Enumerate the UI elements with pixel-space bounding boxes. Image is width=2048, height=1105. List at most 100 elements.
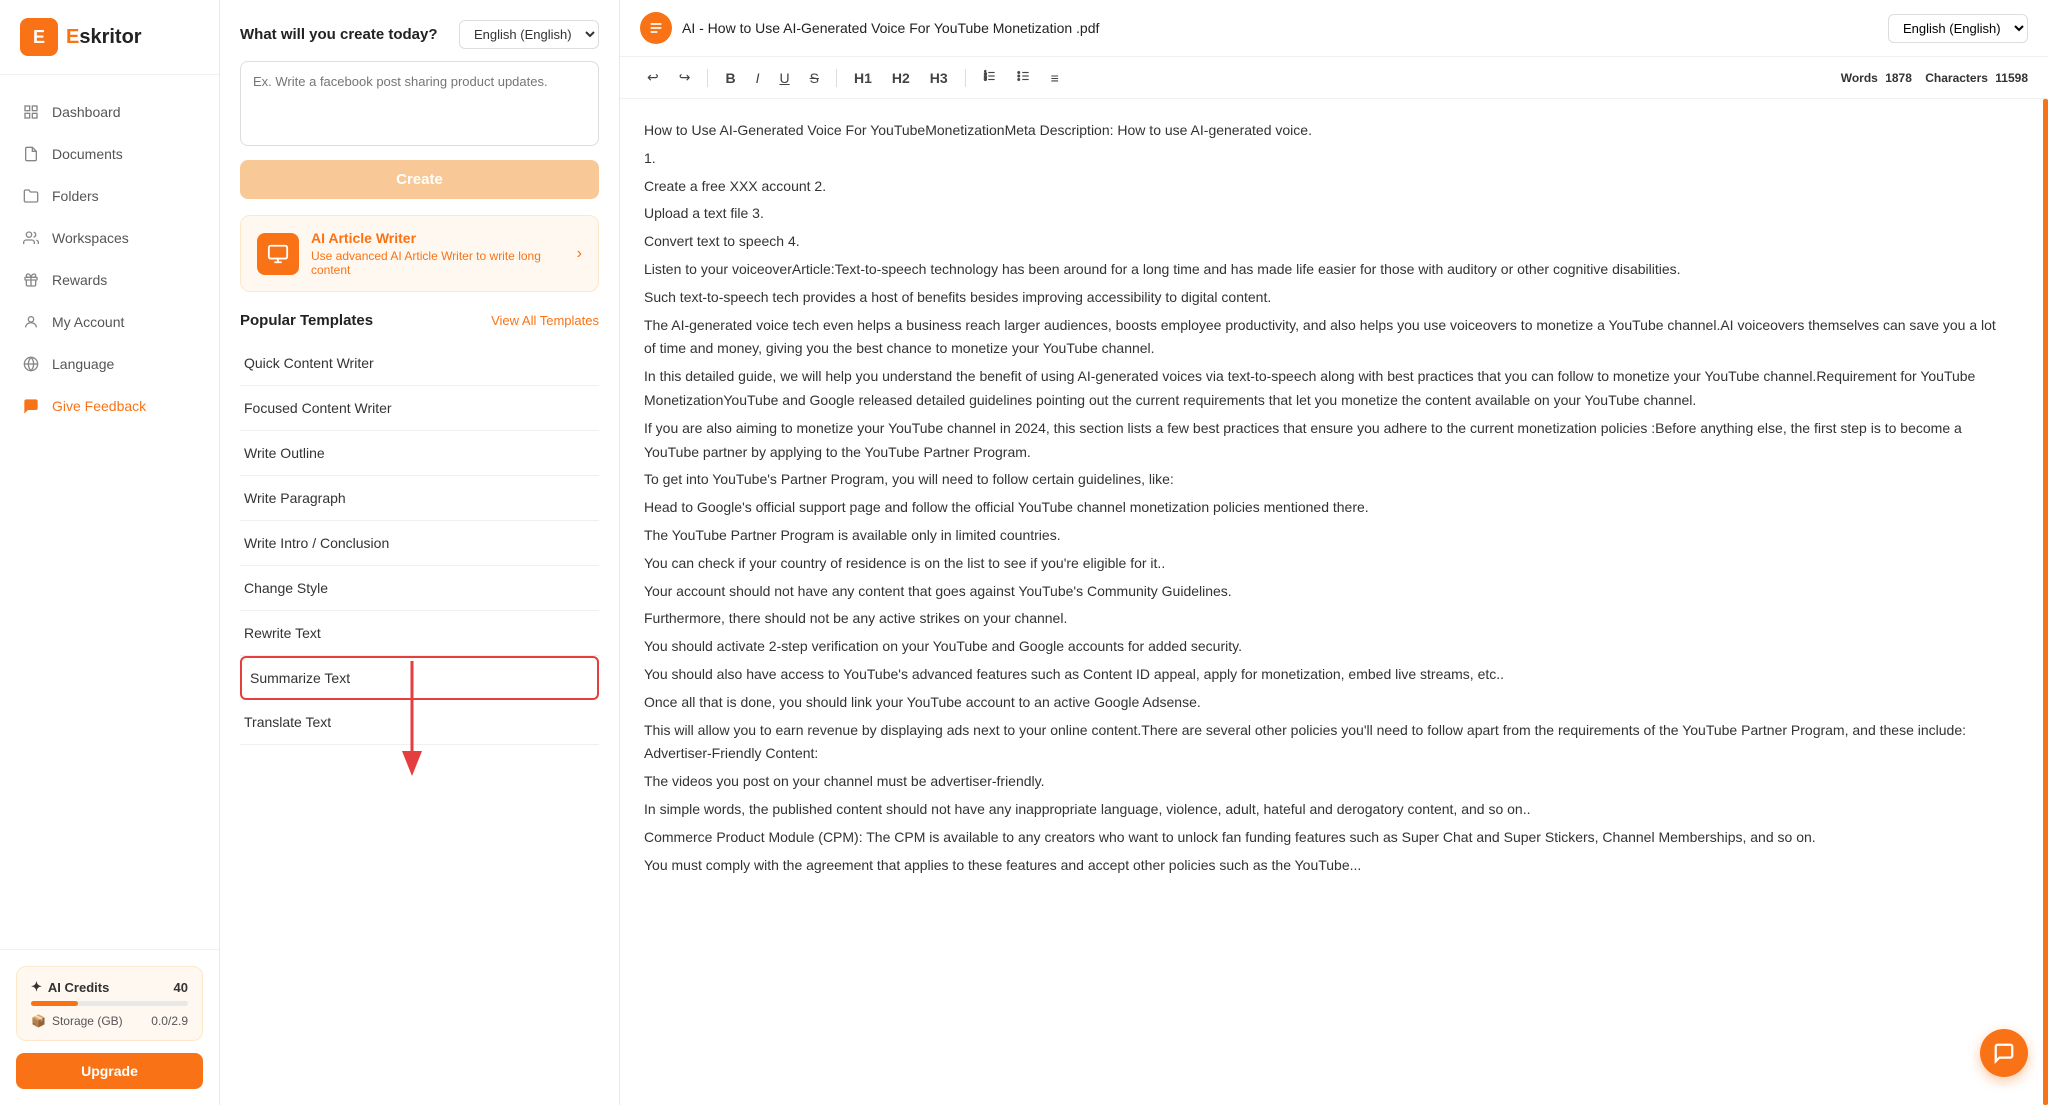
chat-fab-button[interactable] [1980, 1029, 2028, 1077]
template-item-write-intro-conclusion[interactable]: Write Intro / Conclusion [240, 521, 599, 566]
banner-title: AI Article Writer [311, 230, 565, 246]
give-feedback-icon [22, 397, 40, 415]
storage-icon: 📦 [31, 1014, 46, 1028]
toolbar-separator-3 [965, 69, 966, 87]
storage-text: Storage (GB) [52, 1014, 123, 1028]
editor-body[interactable]: How to Use AI-Generated Voice For YouTub… [620, 99, 2048, 1105]
char-count-label: Characters [1925, 71, 1988, 85]
template-list: Quick Content Writer Focused Content Wri… [240, 341, 599, 745]
credits-row: ✦ AI Credits 40 [31, 979, 188, 995]
editor-panel: AI - How to Use AI-Generated Voice For Y… [620, 0, 2048, 1105]
sidebar-item-give-feedback[interactable]: Give Feedback [0, 385, 219, 427]
credits-title: AI Credits [48, 980, 109, 995]
h2-button[interactable]: H2 [885, 66, 917, 90]
template-item-write-paragraph[interactable]: Write Paragraph [240, 476, 599, 521]
svg-text:3: 3 [984, 77, 987, 82]
word-count: Words 1878 Characters 11598 [1841, 71, 2028, 85]
template-item-focused-content-writer[interactable]: Focused Content Writer [240, 386, 599, 431]
sidebar-item-label: Documents [52, 146, 123, 162]
credits-box: ✦ AI Credits 40 📦 Storage (GB) 0.0/2.9 [16, 966, 203, 1041]
storage-row: 📦 Storage (GB) 0.0/2.9 [31, 1014, 188, 1028]
ai-article-banner[interactable]: AI Article Writer Use advanced AI Articl… [240, 215, 599, 292]
sidebar-item-label: Workspaces [52, 230, 129, 246]
template-item-summarize-text[interactable]: Summarize Text [240, 656, 599, 700]
redo-button[interactable]: ↪ [672, 65, 698, 90]
banner-arrow-icon: › [577, 245, 582, 263]
editor-header: AI - How to Use AI-Generated Voice For Y… [620, 0, 2048, 57]
sidebar-item-label: Dashboard [52, 104, 121, 120]
template-item-rewrite-text[interactable]: Rewrite Text [240, 611, 599, 656]
my-account-icon [22, 313, 40, 331]
credits-value: 40 [174, 980, 188, 995]
storage-value: 0.0/2.9 [151, 1014, 188, 1028]
credits-bar [31, 1001, 78, 1006]
editor-language-selector[interactable]: English (English) [1888, 14, 2028, 43]
scroll-bar-orange [2043, 99, 2048, 1105]
sidebar-item-documents[interactable]: Documents [0, 133, 219, 175]
credits-bar-wrap [31, 1001, 188, 1006]
sidebar-item-my-account[interactable]: My Account [0, 301, 219, 343]
bold-button[interactable]: B [718, 66, 742, 90]
sidebar-item-label: Folders [52, 188, 99, 204]
rewards-icon [22, 271, 40, 289]
h3-button[interactable]: H3 [923, 66, 955, 90]
underline-button[interactable]: U [772, 66, 796, 90]
align-button[interactable]: ≡ [1044, 66, 1066, 90]
h1-button[interactable]: H1 [847, 66, 879, 90]
language-icon [22, 355, 40, 373]
folders-icon [22, 187, 40, 205]
sidebar-item-label: Rewards [52, 272, 107, 288]
sidebar-item-language[interactable]: Language [0, 343, 219, 385]
sidebar-item-label: Language [52, 356, 114, 372]
unordered-list-button[interactable] [1010, 65, 1038, 90]
template-item-write-outline[interactable]: Write Outline [240, 431, 599, 476]
logo-text: Eskritor [66, 26, 142, 49]
sidebar-item-label: My Account [52, 314, 124, 330]
toolbar-separator-2 [836, 69, 837, 87]
templates-header: Popular Templates View All Templates [240, 312, 599, 329]
sidebar-item-dashboard[interactable]: Dashboard [0, 91, 219, 133]
banner-desc: Use advanced AI Article Writer to write … [311, 249, 565, 277]
editor-title-area: AI - How to Use AI-Generated Voice For Y… [640, 12, 1099, 44]
logo-text-span: E [66, 26, 79, 48]
create-title: What will you create today? [240, 26, 438, 43]
create-textarea[interactable] [240, 61, 599, 146]
logo: E Eskritor [20, 18, 199, 56]
storage-label: 📦 Storage (GB) [31, 1014, 123, 1028]
italic-button[interactable]: I [749, 66, 767, 90]
documents-icon [22, 145, 40, 163]
ordered-list-button[interactable]: 123 [976, 65, 1004, 90]
language-selector[interactable]: English (English) [459, 20, 599, 49]
template-item-translate-text[interactable]: Translate Text [240, 700, 599, 745]
logo-area: E Eskritor [0, 0, 219, 75]
dashboard-icon [22, 103, 40, 121]
credits-label: ✦ AI Credits [31, 979, 109, 995]
toolbar-separator [707, 69, 708, 87]
word-count-label: Words [1841, 71, 1878, 85]
template-item-quick-content-writer[interactable]: Quick Content Writer [240, 341, 599, 386]
create-button[interactable]: Create [240, 160, 599, 199]
editor-doc-title: AI - How to Use AI-Generated Voice For Y… [682, 20, 1099, 36]
templates-title: Popular Templates [240, 312, 373, 329]
logo-icon: E [20, 18, 58, 56]
sidebar-bottom: ✦ AI Credits 40 📦 Storage (GB) 0.0/2.9 U… [0, 949, 219, 1105]
middle-panel: What will you create today? English (Eng… [220, 0, 620, 1105]
sidebar-item-folders[interactable]: Folders [0, 175, 219, 217]
template-item-change-style[interactable]: Change Style [240, 566, 599, 611]
editor-content: How to Use AI-Generated Voice For YouTub… [644, 119, 2024, 877]
sidebar-item-rewards[interactable]: Rewards [0, 259, 219, 301]
sidebar-item-workspaces[interactable]: Workspaces [0, 217, 219, 259]
sidebar-nav: Dashboard Documents Folders Workspaces R… [0, 75, 219, 949]
sidebar-item-label: Give Feedback [52, 398, 146, 414]
view-all-link[interactable]: View All Templates [491, 313, 599, 328]
undo-button[interactable]: ↩ [640, 65, 666, 90]
sparkle-icon: ✦ [31, 979, 42, 995]
workspaces-icon [22, 229, 40, 247]
strikethrough-button[interactable]: S [803, 66, 826, 90]
char-count-value: 11598 [1995, 71, 2028, 85]
editor-avatar [640, 12, 672, 44]
editor-toolbar: ↩ ↪ B I U S H1 H2 H3 123 ≡ Words 1878 [620, 57, 2048, 99]
banner-text: AI Article Writer Use advanced AI Articl… [311, 230, 565, 277]
main-content: What will you create today? English (Eng… [220, 0, 2048, 1105]
upgrade-button[interactable]: Upgrade [16, 1053, 203, 1089]
